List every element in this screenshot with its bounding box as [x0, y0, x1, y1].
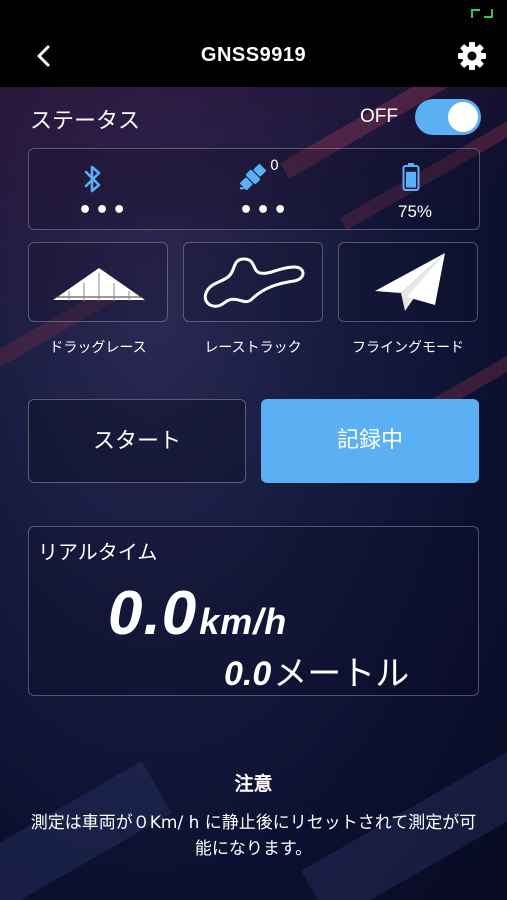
speed-unit: km/h	[199, 601, 288, 642]
bluetooth-status: •••	[78, 198, 130, 223]
start-button[interactable]: スタート	[28, 399, 246, 483]
race-track-label: レーストラック	[204, 340, 302, 356]
battery-icon	[402, 163, 420, 191]
status-toggle[interactable]	[415, 99, 481, 135]
race-track-mode-button[interactable]	[183, 242, 323, 322]
page-title: GNSS9919	[200, 44, 307, 66]
realtime-title: リアルタイム	[38, 540, 158, 564]
flying-mode-button[interactable]	[338, 242, 478, 322]
toggle-knob	[448, 102, 478, 132]
recording-button[interactable]: 記録中	[261, 399, 479, 483]
drag-race-mode-button[interactable]	[28, 242, 168, 322]
flying-mode-label: フライングモード	[352, 340, 464, 356]
status-section-title: ステータス	[30, 109, 141, 134]
top-navigation-bar: GNSS9919	[0, 26, 507, 88]
toggle-label: OFF	[360, 106, 398, 127]
notice-title: 注意	[234, 773, 273, 795]
drag-race-label: ドラッグレース	[49, 340, 147, 356]
speed-value: 0.0	[108, 579, 198, 648]
bluetooth-icon	[84, 165, 101, 193]
satellite-count: 0	[270, 158, 279, 174]
paper-plane-icon	[375, 253, 445, 311]
distance-readout: 0.0メートル	[224, 646, 409, 695]
race-track-icon	[203, 257, 305, 308]
gear-icon[interactable]	[456, 40, 488, 72]
connection-indicator-icon	[469, 7, 495, 20]
speed-readout: 0.0km/h	[108, 578, 287, 649]
notice-text: 測定は車両が０Km/ h に静止後にリセットされて測定が可能になります。	[30, 813, 477, 859]
satellite-status: •••	[239, 198, 291, 223]
distance-unit: メートル	[273, 654, 410, 694]
distance-value: 0.0	[224, 655, 272, 693]
satellite-icon	[239, 163, 267, 191]
battery-percentage: 75%	[397, 202, 433, 221]
drag-race-icon	[53, 268, 145, 301]
